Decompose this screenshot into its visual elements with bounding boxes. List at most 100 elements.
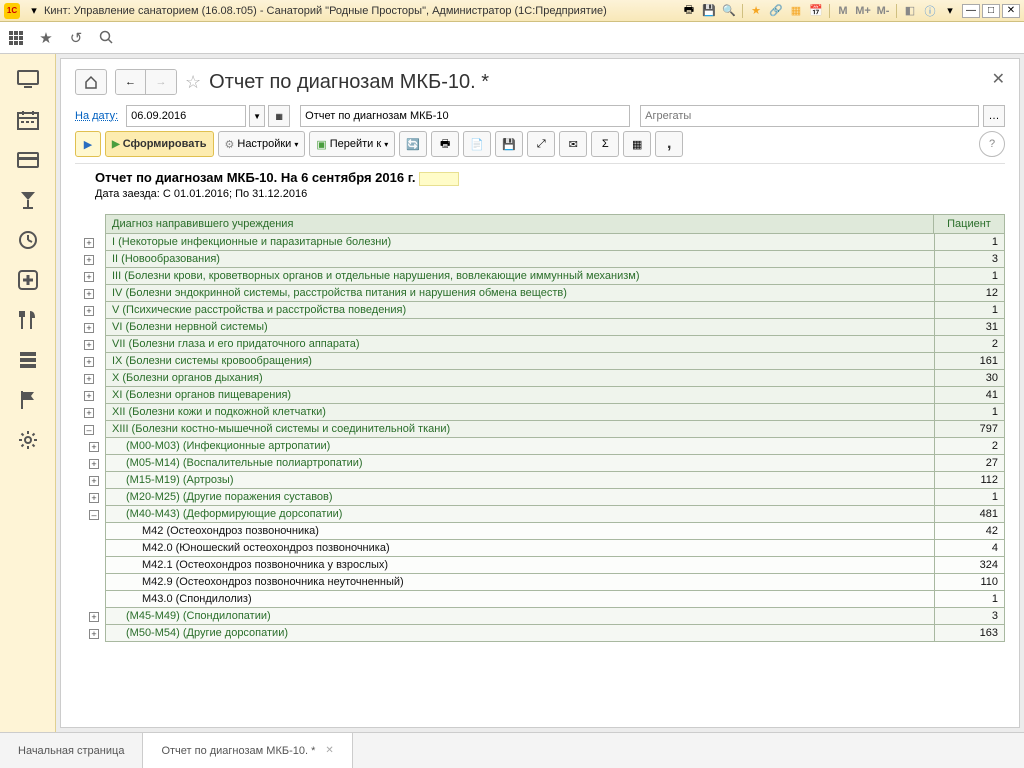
- goto-button[interactable]: ▣Перейти к▾: [309, 131, 395, 157]
- favorite-icon[interactable]: ★: [747, 3, 765, 19]
- expand-icon[interactable]: +: [84, 323, 94, 333]
- home-button[interactable]: [75, 69, 107, 95]
- forward-button[interactable]: →: [146, 70, 176, 94]
- date-calendar-button[interactable]: ▦: [268, 105, 290, 127]
- date-dropdown-button[interactable]: ▼: [249, 105, 265, 127]
- collapse-icon[interactable]: –: [84, 425, 94, 435]
- help-button[interactable]: ?: [979, 131, 1005, 157]
- expand-icon[interactable]: +: [84, 391, 94, 401]
- info-dropdown-icon[interactable]: ▾: [941, 3, 959, 19]
- table-row[interactable]: +VII (Болезни глаза и его придаточного а…: [75, 336, 1005, 353]
- search-icon[interactable]: [98, 30, 114, 46]
- table-row[interactable]: +(M50-M54) (Другие дорсопатии)163: [75, 625, 1005, 642]
- minimize-button[interactable]: —: [962, 4, 980, 18]
- preview-icon[interactable]: 🔍: [720, 3, 738, 19]
- favorite-star-icon[interactable]: ☆: [185, 72, 201, 93]
- table-row[interactable]: +II (Новообразования)3: [75, 251, 1005, 268]
- expand-icon[interactable]: +: [89, 493, 99, 503]
- memory-mplus-button[interactable]: M+: [854, 3, 872, 19]
- aggregates-more-button[interactable]: …: [983, 105, 1005, 127]
- toolbar-refresh-icon[interactable]: 🔄: [399, 131, 427, 157]
- tab-close-icon[interactable]: ✕: [325, 745, 333, 756]
- toolbar-table-icon[interactable]: ▦: [623, 131, 651, 157]
- table-row[interactable]: +(M15-M19) (Артрозы)112: [75, 472, 1005, 489]
- print-icon[interactable]: 🖶: [680, 3, 698, 19]
- tab-start-page[interactable]: Начальная страница: [0, 733, 143, 768]
- info-icon[interactable]: ⓘ: [921, 3, 939, 19]
- table-row[interactable]: –(M40-M43) (Деформирующие дорсопатии)481: [75, 506, 1005, 523]
- sidebar-clock-icon[interactable]: [8, 222, 48, 258]
- table-row[interactable]: M43.0 (Спондилолиз)1: [75, 591, 1005, 608]
- tab-report[interactable]: Отчет по диагнозам МКБ-10. *✕: [143, 733, 352, 768]
- table-row[interactable]: +X (Болезни органов дыхания)30: [75, 370, 1005, 387]
- toolbar-mail-icon[interactable]: ✉: [559, 131, 587, 157]
- date-label[interactable]: На дату:: [75, 110, 118, 122]
- aggregates-input[interactable]: [640, 105, 979, 127]
- table-row[interactable]: M42.1 (Остеохондроз позвоночника у взрос…: [75, 557, 1005, 574]
- table-row[interactable]: +(M20-M25) (Другие поражения суставов)1: [75, 489, 1005, 506]
- table-row[interactable]: +IV (Болезни эндокринной системы, расстр…: [75, 285, 1005, 302]
- toolbar-sum-icon[interactable]: Σ: [591, 131, 619, 157]
- expand-icon[interactable]: +: [84, 272, 94, 282]
- calendar-icon[interactable]: 📅: [807, 3, 825, 19]
- collapse-icon[interactable]: –: [89, 510, 99, 520]
- expand-icon[interactable]: +: [89, 459, 99, 469]
- table-row[interactable]: +XII (Болезни кожи и подкожной клетчатки…: [75, 404, 1005, 421]
- table-row[interactable]: +IX (Болезни системы кровообращения)161: [75, 353, 1005, 370]
- calc-icon[interactable]: ▦: [787, 3, 805, 19]
- date-input[interactable]: [126, 105, 246, 127]
- memory-m-button[interactable]: M: [834, 3, 852, 19]
- history-icon[interactable]: ↺: [68, 30, 84, 46]
- toolbar-print-icon[interactable]: 🖶: [431, 131, 459, 157]
- expand-icon[interactable]: +: [84, 340, 94, 350]
- dropdown-icon[interactable]: ▾: [25, 3, 43, 19]
- sidebar-server-icon[interactable]: [8, 342, 48, 378]
- sidebar-calendar-icon[interactable]: [8, 102, 48, 138]
- sidebar-lamp-icon[interactable]: [8, 182, 48, 218]
- table-row[interactable]: +XI (Болезни органов пищеварения)41: [75, 387, 1005, 404]
- expand-icon[interactable]: +: [84, 374, 94, 384]
- toolbar-save-icon[interactable]: 💾: [495, 131, 523, 157]
- star-icon[interactable]: ★: [38, 30, 54, 46]
- save-icon[interactable]: 💾: [700, 3, 718, 19]
- table-row[interactable]: M42.9 (Остеохондроз позвоночника неуточн…: [75, 574, 1005, 591]
- settings-button[interactable]: ⚙Настройки▾: [218, 131, 306, 157]
- panels-icon[interactable]: ◧: [901, 3, 919, 19]
- link-icon[interactable]: 🔗: [767, 3, 785, 19]
- expand-icon[interactable]: +: [84, 255, 94, 265]
- table-row[interactable]: +VI (Болезни нервной системы)31: [75, 319, 1005, 336]
- table-row[interactable]: +V (Психические расстройства и расстройс…: [75, 302, 1005, 319]
- expand-icon[interactable]: +: [84, 306, 94, 316]
- expand-icon[interactable]: +: [89, 476, 99, 486]
- run-arrow-button[interactable]: ▶: [75, 131, 101, 157]
- expand-icon[interactable]: +: [84, 357, 94, 367]
- table-row[interactable]: +III (Болезни крови, кроветворных органо…: [75, 268, 1005, 285]
- toolbar-expand-icon[interactable]: ⤢: [527, 131, 555, 157]
- sidebar-flag-icon[interactable]: [8, 382, 48, 418]
- table-row[interactable]: +(M00-M03) (Инфекционные артропатии)2: [75, 438, 1005, 455]
- sidebar-food-icon[interactable]: [8, 302, 48, 338]
- table-row[interactable]: +I (Некоторые инфекционные и паразитарны…: [75, 234, 1005, 251]
- sidebar-medical-icon[interactable]: [8, 262, 48, 298]
- form-button[interactable]: ▶Сформировать: [105, 131, 214, 157]
- maximize-button[interactable]: □: [982, 4, 1000, 18]
- table-row[interactable]: +(M05-M14) (Воспалительные полиартропати…: [75, 455, 1005, 472]
- toolbar-preview-icon[interactable]: 📄: [463, 131, 491, 157]
- sidebar-card-icon[interactable]: [8, 142, 48, 178]
- close-button[interactable]: ✕: [1002, 4, 1020, 18]
- expand-icon[interactable]: +: [84, 408, 94, 418]
- apps-icon[interactable]: [8, 30, 24, 46]
- panel-close-icon[interactable]: ✕: [992, 69, 1005, 89]
- sidebar-monitor-icon[interactable]: [8, 62, 48, 98]
- back-button[interactable]: ←: [116, 70, 146, 94]
- memory-mminus-button[interactable]: M-: [874, 3, 892, 19]
- table-row[interactable]: M42 (Остеохондроз позвоночника)42: [75, 523, 1005, 540]
- sidebar-settings-icon[interactable]: [8, 422, 48, 458]
- toolbar-comma-icon[interactable]: ,: [655, 131, 683, 157]
- report-name-input[interactable]: [300, 105, 630, 127]
- expand-icon[interactable]: +: [89, 442, 99, 452]
- expand-icon[interactable]: +: [89, 612, 99, 622]
- table-row[interactable]: M42.0 (Юношеский остеохондроз позвоночни…: [75, 540, 1005, 557]
- expand-icon[interactable]: +: [84, 238, 94, 248]
- expand-icon[interactable]: +: [84, 289, 94, 299]
